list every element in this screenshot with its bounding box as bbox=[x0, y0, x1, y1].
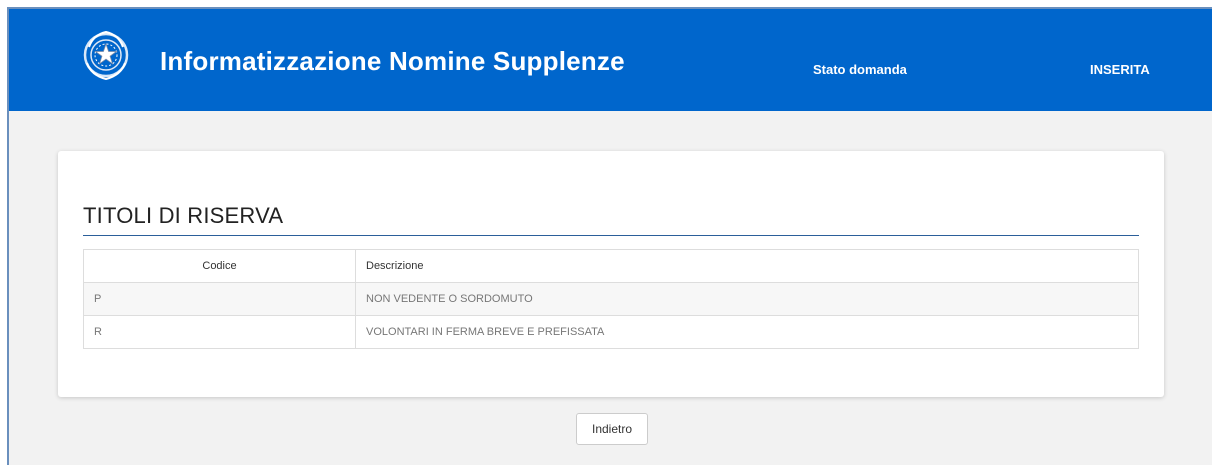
app-header: Informatizzazione Nomine Supplenze Stato… bbox=[9, 9, 1212, 111]
cell-descrizione: NON VEDENTE O SORDOMUTO bbox=[355, 282, 1139, 316]
titoli-riserva-table: Codice Descrizione P NON VEDENTE O SORDO… bbox=[83, 249, 1139, 349]
status-value: INSERITA bbox=[1090, 62, 1150, 77]
cell-codice: R bbox=[83, 315, 356, 349]
page-frame: Informatizzazione Nomine Supplenze Stato… bbox=[7, 7, 1212, 465]
app-title: Informatizzazione Nomine Supplenze bbox=[160, 46, 625, 76]
section-title: TITOLI DI RISERVA bbox=[83, 203, 284, 228]
back-button[interactable]: Indietro bbox=[576, 413, 648, 445]
table-row: P NON VEDENTE O SORDOMUTO bbox=[83, 282, 1139, 316]
cell-codice: P bbox=[83, 282, 356, 316]
content-card: TITOLI DI RISERVA Codice Descrizione P N… bbox=[58, 151, 1164, 397]
column-header-descrizione[interactable]: Descrizione bbox=[355, 249, 1139, 283]
column-header-codice[interactable]: Codice bbox=[83, 249, 356, 283]
italian-republic-emblem-icon bbox=[83, 30, 129, 81]
status-label: Stato domanda bbox=[813, 62, 907, 77]
table-row: R VOLONTARI IN FERMA BREVE E PREFISSATA bbox=[83, 315, 1139, 349]
cell-descrizione: VOLONTARI IN FERMA BREVE E PREFISSATA bbox=[355, 315, 1139, 349]
table-header-row: Codice Descrizione bbox=[83, 249, 1139, 283]
section-divider bbox=[83, 235, 1139, 236]
